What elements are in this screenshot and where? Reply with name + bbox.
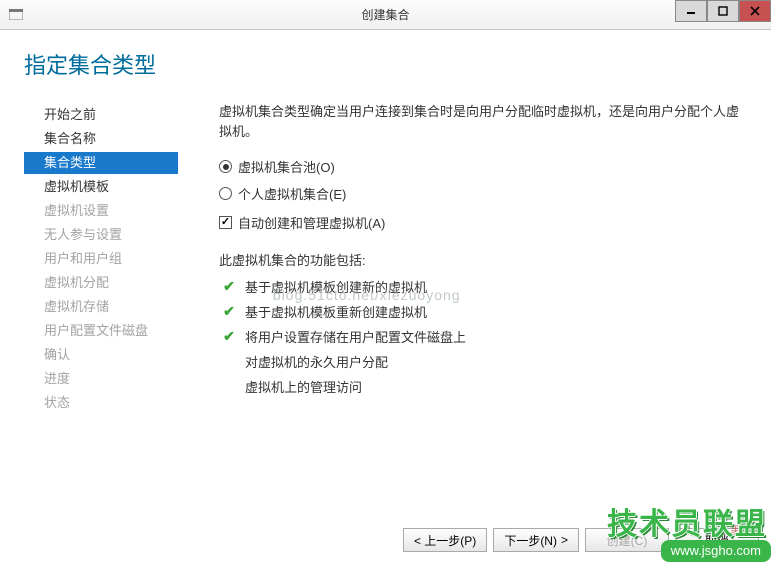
wizard-sidebar: 开始之前 集合名称 集合类型 虚拟机模板 虚拟机设置 无人参与设置 用户和用户组… xyxy=(0,98,195,416)
check-icon: ✔ xyxy=(221,303,237,320)
sidebar-step-users: 用户和用户组 xyxy=(28,248,195,270)
sidebar-step-profile-disk: 用户配置文件磁盘 xyxy=(28,320,195,342)
feature-text: 虚拟机上的管理访问 xyxy=(245,377,362,396)
feature-text: 将用户设置存储在用户配置文件磁盘上 xyxy=(245,327,466,346)
sidebar-step-vm-settings: 虚拟机设置 xyxy=(28,200,195,222)
radio-pool-label: 虚拟机集合池(O) xyxy=(238,157,335,176)
next-button-label: 下一步(N) xyxy=(504,532,557,549)
checkbox-auto-row[interactable]: 自动创建和管理虚拟机(A) xyxy=(219,213,743,232)
feature-text: 基于虚拟机模板重新创建虚拟机 xyxy=(245,302,427,321)
sidebar-step-vm-assign: 虚拟机分配 xyxy=(28,272,195,294)
radio-pool-row[interactable]: 虚拟机集合池(O) xyxy=(219,157,743,176)
page-title: 指定集合类型 xyxy=(24,48,771,80)
chevron-right-icon: > xyxy=(561,533,568,547)
prev-button[interactable]: < 上一步(P) xyxy=(403,528,487,552)
sidebar-step-name[interactable]: 集合名称 xyxy=(28,128,195,150)
sidebar-step-vm-storage: 虚拟机存储 xyxy=(28,296,195,318)
sidebar-step-progress: 进度 xyxy=(28,368,195,390)
feature-row: ✔ 将用户设置存储在用户配置文件磁盘上 xyxy=(219,327,743,346)
sidebar-step-template[interactable]: 虚拟机模板 xyxy=(28,176,195,198)
feature-text: 基于虚拟机模板创建新的虚拟机 xyxy=(245,277,427,296)
create-button: 创建(C) xyxy=(585,528,669,552)
window-titlebar: 创建集合 xyxy=(0,0,771,30)
sidebar-step-status: 状态 xyxy=(28,392,195,414)
sidebar-step-before[interactable]: 开始之前 xyxy=(28,104,195,126)
sidebar-step-confirm: 确认 xyxy=(28,344,195,366)
radio-personal-row[interactable]: 个人虚拟机集合(E) xyxy=(219,184,743,203)
wizard-main-panel: 虚拟机集合类型确定当用户连接到集合时是向用户分配临时虚拟机，还是向用户分配个人虚… xyxy=(195,98,771,416)
check-icon: ✔ xyxy=(221,328,237,345)
sidebar-step-type[interactable]: 集合类型 xyxy=(24,152,178,174)
wizard-footer: < 上一步(P) 下一步(N) > 创建(C) 取消 xyxy=(403,528,759,552)
checkbox-auto[interactable] xyxy=(219,216,232,229)
feature-row: ✔ 基于虚拟机模板创建新的虚拟机 xyxy=(219,277,743,296)
checkbox-auto-label: 自动创建和管理虚拟机(A) xyxy=(238,213,385,232)
feature-row: ✔ 虚拟机上的管理访问 xyxy=(219,377,743,396)
window-close-button[interactable] xyxy=(739,0,771,22)
sidebar-step-unattend: 无人参与设置 xyxy=(28,224,195,246)
radio-personal[interactable] xyxy=(219,187,232,200)
feature-row: ✔ 对虚拟机的永久用户分配 xyxy=(219,352,743,371)
window-minimize-button[interactable] xyxy=(675,0,707,22)
cancel-button[interactable]: 取消 xyxy=(675,528,759,552)
features-header: 此虚拟机集合的功能包括: xyxy=(219,250,743,269)
feature-text: 对虚拟机的永久用户分配 xyxy=(245,352,388,371)
collection-type-description: 虚拟机集合类型确定当用户连接到集合时是向用户分配临时虚拟机，还是向用户分配个人虚… xyxy=(219,102,743,141)
window-maximize-button[interactable] xyxy=(707,0,739,22)
radio-personal-label: 个人虚拟机集合(E) xyxy=(238,184,346,203)
check-icon: ✔ xyxy=(221,278,237,295)
window-title: 创建集合 xyxy=(0,6,771,23)
next-button[interactable]: 下一步(N) > xyxy=(493,528,579,552)
feature-row: ✔ 基于虚拟机模板重新创建虚拟机 xyxy=(219,302,743,321)
radio-pool[interactable] xyxy=(219,160,232,173)
window-sysmenu-icon[interactable] xyxy=(8,7,24,23)
